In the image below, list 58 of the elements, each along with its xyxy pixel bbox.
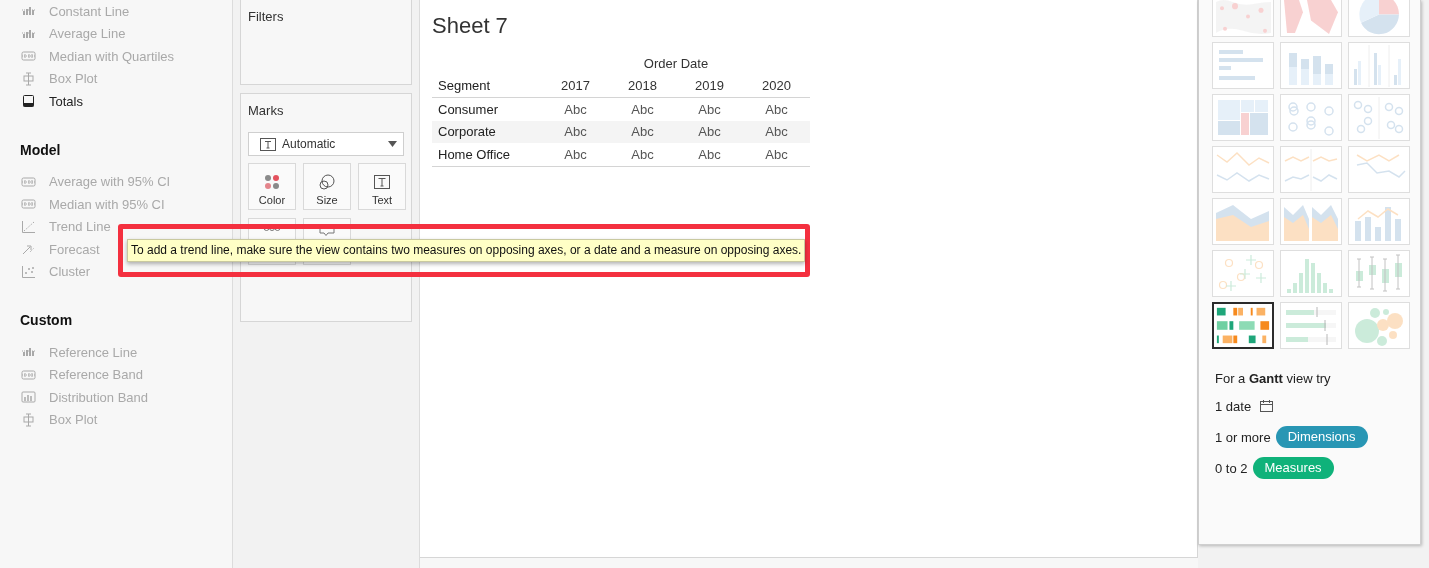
trend-line-icon [21,219,36,234]
row-label: Home Office [432,143,542,166]
table-cell: Abc [542,97,609,121]
mark-type-dropdown[interactable]: Automatic [248,132,404,156]
analytics-item[interactable]: Totals [0,90,83,113]
requirement-label: 1 or more [1215,429,1271,445]
table-cell: Abc [542,143,609,166]
tooltip: To add a trend line, make sure the view contains two measures on opposing axes, or a date and a measure on opposing axes. [127,239,806,262]
totals-icon [21,94,36,109]
row-header: Segment [432,74,542,98]
section-heading: Custom [19,311,73,330]
table-cell: Abc [609,120,676,143]
size-circles-icon [318,174,336,191]
field-pill: Measures [1252,457,1334,479]
column-header: 2018 [609,74,676,98]
box-plot-icon [21,71,36,86]
text-mark-button[interactable]: Text [358,163,406,210]
requirement-label: 1 date [1215,398,1252,414]
text-mark-icon [373,174,391,191]
column-header: Order Date [642,54,710,73]
band-icon [21,49,36,64]
table-cell: Abc [542,120,609,143]
column-header: 2017 [542,74,609,98]
band-icon [21,367,36,382]
chart-type-button[interactable] [1212,302,1274,349]
column-header: 2020 [743,74,810,98]
map-icon [1213,0,1273,36]
row-label: Consumer [432,97,542,121]
table-cell: Abc [676,120,743,143]
color-mark-button[interactable]: Color [248,163,296,210]
band-icon [21,174,36,189]
sheet-title: Sheet 7 [432,13,508,39]
box-plot-icon [21,412,36,427]
calendar-icon [1260,400,1274,412]
table-cell: Abc [743,97,810,121]
marks-card-title: Marks [248,103,284,118]
section-heading: Model [19,140,61,160]
forecast-icon [21,242,36,257]
caret-icon [388,141,397,147]
row-label: Corporate [432,120,542,143]
text-mark-icon [260,137,276,151]
table-cell: Abc [609,97,676,121]
table-cell: Abc [743,143,810,166]
color-dots-icon [263,174,281,191]
map-icon [1281,0,1341,36]
table-cell: Abc [743,120,810,143]
table-cell: Abc [676,97,743,121]
size-mark-button[interactable]: Size [303,163,351,210]
requirement-label: 0 to 2 [1215,460,1248,476]
column-header: 2019 [676,74,743,98]
filters-shelf-title: Filters [248,9,284,24]
field-pill: Dimensions [1275,426,1368,448]
distribution-band-icon [21,390,36,405]
table-cell: Abc [609,143,676,166]
recommendation-text: For a Gantt view try [1215,371,1331,386]
table-cell: Abc [676,143,743,166]
band-icon [21,197,36,212]
cluster-icon [21,264,36,279]
